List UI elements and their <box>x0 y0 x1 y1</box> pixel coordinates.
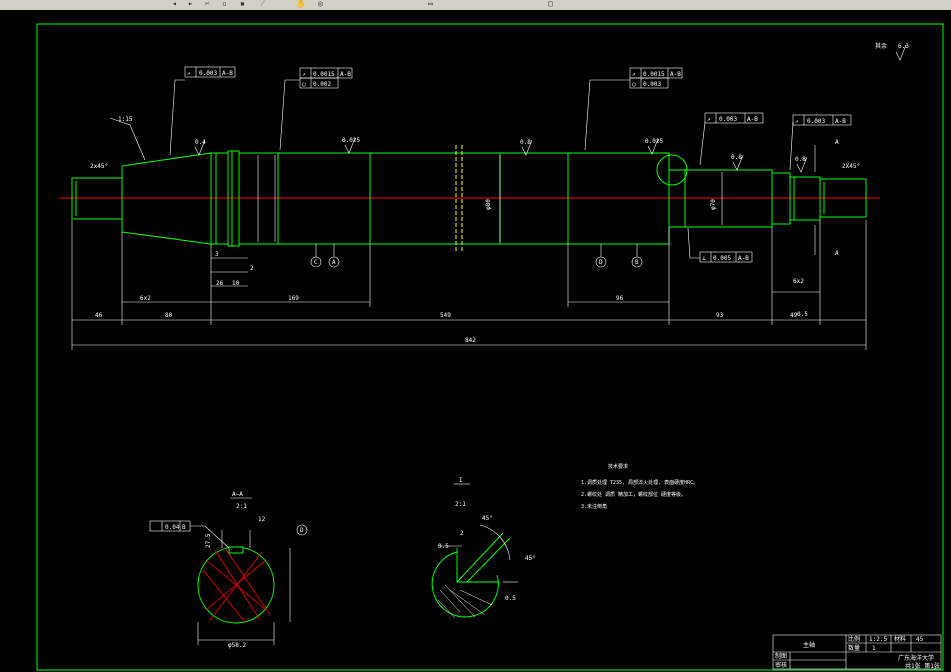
dim-842: 842 <box>465 337 476 344</box>
cut-icon[interactable]: ✂ <box>205 0 210 8</box>
material-value: 45 <box>916 636 924 643</box>
dim-26: 26 <box>216 280 224 287</box>
tol-val-5: 0.003 <box>807 118 825 125</box>
tol-ref-2: A-B <box>340 71 351 78</box>
qty-label: 数量 <box>848 644 860 652</box>
finish-2: 0.025 <box>342 137 360 144</box>
note-3: 3.未注倒角 <box>581 503 607 510</box>
dim-46: 46 <box>95 312 103 319</box>
tol-val-4: 0.003 <box>719 116 737 123</box>
chamfer-left: 2x45° <box>90 163 108 170</box>
dia-70: φ70 <box>710 199 717 210</box>
detail-dim-1: 0.5 <box>438 543 449 550</box>
tol-val-2: 0.0015 <box>313 71 335 78</box>
checked-label: 审核 <box>775 661 787 669</box>
part-name: 主轴 <box>803 641 815 649</box>
datum-c: C <box>314 259 318 266</box>
zoom-previous-icon[interactable]: ▢ <box>548 0 553 8</box>
redo-icon[interactable]: ▸ <box>188 0 193 8</box>
pan-icon[interactable]: ✋ <box>296 0 306 8</box>
datum-d: D <box>599 259 603 266</box>
tol-sym2-3: ◯ <box>632 81 636 88</box>
detail-angle-2: 45° <box>525 555 536 562</box>
roughness-label: 其余 <box>875 42 887 50</box>
drawn-label: 制图 <box>775 652 787 660</box>
datum-a1: A <box>332 259 336 266</box>
dim-93: 93 <box>716 312 724 319</box>
dim-96: 96 <box>616 295 624 302</box>
dim-6x2-right: 6x2 <box>793 278 804 285</box>
section-aa-datum: D <box>300 527 304 534</box>
detail-scale: 2:1 <box>455 501 466 508</box>
tol-sym-6: ⊥ <box>702 255 706 262</box>
scale-label: 比例 <box>848 635 860 643</box>
finish-3: 0.8 <box>520 139 531 146</box>
section-aa-keyh: 27.5 <box>205 533 212 548</box>
section-aa-tol: 0.04 <box>165 524 180 531</box>
tol-sym-5: ↗ <box>795 118 799 125</box>
finish-4: 0.025 <box>645 138 663 145</box>
dim-80: 80 <box>165 312 173 319</box>
tol-sym-4: ↗ <box>707 116 711 123</box>
note-2: 2.螺纹处 调质 精加工，螺纹部位 硬度等级。 <box>581 491 686 498</box>
finish-1: 0.4 <box>195 139 206 146</box>
match-properties-icon[interactable]: ⁄ <box>262 0 263 8</box>
tol-val-1: 0.003 <box>199 70 217 77</box>
detail-angle-1: 45° <box>482 515 493 522</box>
tol-val2-3: 0.003 <box>643 81 661 88</box>
dim-169: 169 <box>288 295 299 302</box>
tol-sym2-2: ◯ <box>302 81 306 88</box>
drawing-canvas[interactable]: ↗ 0.003 A-B ↗ 0.0015 A-B ◯ 0.002 ↗ 0.001… <box>0 10 951 672</box>
dim-6x2: 6x2 <box>140 295 151 302</box>
dim-10: 10 <box>232 280 240 287</box>
dim-0-5: 0.5 <box>797 311 808 318</box>
datum-b: B <box>635 259 639 266</box>
tol-ref-4: A-B <box>747 116 758 123</box>
section-aa-dia: φ58.2 <box>228 642 246 649</box>
paste-icon[interactable]: ▪ <box>240 0 245 8</box>
qty-value: 1 <box>872 645 876 652</box>
tol-val2-2: 0.002 <box>313 81 331 88</box>
dim-549: 549 <box>440 312 451 319</box>
dim-3: 3 <box>215 251 219 258</box>
material-label: 材料 <box>894 635 906 643</box>
dim-2: 2 <box>250 265 254 272</box>
tol-val-6: 0.005 <box>713 255 731 262</box>
zoom-window-icon[interactable]: ▭ <box>428 0 433 8</box>
section-aa-scale: 2:1 <box>236 503 247 510</box>
tol-sym-1: ↗ <box>187 70 191 77</box>
chamfer-right: 2X45° <box>842 163 860 170</box>
section-aa-ref: B <box>182 524 186 531</box>
dia-80: φ80 <box>485 199 492 210</box>
tol-sym-3: ↗ <box>632 71 636 78</box>
school-name: 广东海洋大学 <box>898 654 934 662</box>
tol-ref-3: A-B <box>670 71 681 78</box>
detail-title: I <box>459 477 463 484</box>
taper-label: 1:15 <box>118 116 133 123</box>
zoom-icon[interactable]: ◎ <box>318 0 323 8</box>
scale-value: 1:2.5 <box>869 636 887 643</box>
tol-sym-2: ↗ <box>302 71 306 78</box>
section-aa-title: A—A <box>232 491 243 498</box>
roughness-value: 6.3 <box>898 43 909 50</box>
section-mark-a-bottom: A <box>835 250 839 257</box>
tol-ref-1: A-B <box>222 70 233 77</box>
sheet-info: 共1张 第1张 <box>905 662 940 670</box>
copy-icon[interactable]: ▫ <box>222 0 227 8</box>
finish-5: 0.8 <box>731 154 742 161</box>
section-mark-a-top: A <box>835 139 839 146</box>
finish-6: 0.8 <box>795 156 806 163</box>
tol-ref-6: A-B <box>738 255 749 262</box>
section-aa-width: 12 <box>258 516 266 523</box>
tol-ref-5: A-B <box>835 118 846 125</box>
detail-dim-3: 0.5 <box>505 595 516 602</box>
tol-val-3: 0.0015 <box>643 71 665 78</box>
notes-title: 技术要求 <box>608 463 628 470</box>
note-1: 1.调质处理 T235, 局部淬火处理, 表面硬度HRC。 <box>581 479 698 486</box>
undo-icon[interactable]: ◂ <box>172 0 177 8</box>
detail-dim-2: 2 <box>460 530 464 537</box>
